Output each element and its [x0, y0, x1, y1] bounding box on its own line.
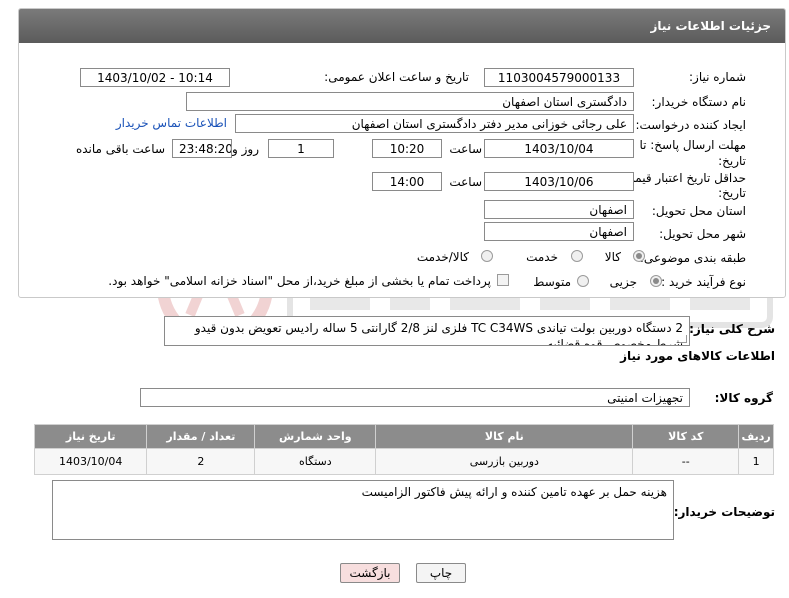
need-number-label: شماره نیاز:: [689, 70, 746, 84]
process-label: نوع فرآیند خرید :: [661, 275, 746, 289]
cell-date: 1403/10/04: [33, 448, 148, 475]
province-label: استان محل تحویل:: [651, 204, 746, 218]
process-radio-medium[interactable]: [577, 275, 589, 287]
validity-time-label: ساعت: [449, 175, 482, 189]
col-row-header: ردیف: [738, 424, 774, 449]
category-radio-both[interactable]: [481, 250, 493, 262]
validity-date-label: تاریخ:: [718, 186, 746, 200]
print-button[interactable]: چاپ: [416, 563, 466, 583]
summary-label: شرح کلی نیاز:: [689, 322, 775, 336]
buyer-org-label: نام دستگاه خریدار:: [651, 95, 747, 109]
panel-title: جزئیات اطلاعات نیاز: [19, 9, 785, 43]
treasury-payment-note: پرداخت تمام یا بخشی از مبلغ خرید،از محل …: [108, 274, 491, 288]
process-radio-minor[interactable]: [650, 275, 662, 287]
goods-group-field: تجهیزات امنیتی: [140, 388, 690, 407]
category-radio-goods[interactable]: [633, 250, 645, 262]
col-name-header: نام کالا: [375, 424, 634, 449]
summary-text: 2 دستگاه دوربین بولت تیاندی TC C34WS فلز…: [194, 321, 683, 346]
cell-unit: دستگاه: [254, 448, 377, 475]
reply-time-field: 10:20: [372, 139, 442, 158]
buyer-org-field: دادگستری استان اصفهان: [186, 92, 634, 111]
category-radio-service[interactable]: [571, 250, 583, 262]
process-option-minor: جزیی: [609, 275, 637, 289]
city-field: اصفهان: [484, 222, 634, 241]
remaining-label: ساعت باقی مانده: [75, 142, 165, 156]
table-row: 1 -- دوربین بازرسی دستگاه 2 1403/10/04: [33, 448, 774, 475]
province-field: اصفهان: [484, 200, 634, 219]
process-option-medium: متوسط: [533, 275, 571, 289]
buyer-notes-text: هزینه حمل بر عهده تامین کننده و ارائه پی…: [361, 485, 667, 499]
category-option-both: کالا/خدمت: [416, 250, 469, 264]
col-date-header: تاریخ نیاز: [33, 424, 148, 449]
days-field: 1: [268, 139, 334, 158]
back-button[interactable]: بازگشت: [340, 563, 400, 583]
goods-section-title: اطلاعات کالاهای مورد نیاز: [620, 349, 775, 363]
reply-time-label: ساعت: [449, 142, 482, 156]
goods-table: ردیف کد کالا نام کالا واحد شمارش تعداد /…: [33, 424, 774, 475]
category-option-goods: کالا: [604, 250, 621, 264]
category-option-service: خدمت: [526, 250, 558, 264]
reply-deadline-label: مهلت ارسال پاسخ: تا: [639, 138, 746, 152]
validity-date-field: 1403/10/06: [484, 172, 634, 191]
announce-label: تاریخ و ساعت اعلان عمومی:: [324, 70, 469, 84]
summary-textarea: 2 دستگاه دوربین بولت تیاندی TC C34WS فلز…: [164, 316, 690, 346]
announce-field: 1403/10/02 - 10:14: [80, 68, 230, 87]
validity-time-field: 14:00: [372, 172, 442, 191]
cell-name: دوربین بازرسی: [375, 448, 634, 475]
buyer-notes-label: توضیحات خریدار:: [673, 505, 775, 519]
reply-date-field: 1403/10/04: [484, 139, 634, 158]
buyer-notes-textarea: هزینه حمل بر عهده تامین کننده و ارائه پی…: [52, 480, 674, 540]
goods-group-label: گروه کالا:: [714, 391, 773, 405]
days-label: روز و: [232, 142, 259, 156]
cell-qty: 2: [146, 448, 256, 475]
table-header-row: ردیف کد کالا نام کالا واحد شمارش تعداد /…: [33, 424, 774, 449]
cell-code: --: [632, 448, 740, 475]
contact-info-link[interactable]: اطلاعات تماس خریدار: [116, 116, 227, 130]
resize-grip-icon[interactable]: [679, 335, 687, 343]
requester-label: ایجاد کننده درخواست:: [635, 118, 746, 132]
requester-field: علی رجائی خوزانی مدیر دفتر دادگستری استا…: [235, 114, 634, 133]
cell-row: 1: [738, 448, 774, 475]
remaining-time-field: 23:48:20: [172, 139, 232, 158]
treasury-payment-checkbox[interactable]: [497, 274, 509, 286]
category-label: طبقه بندی موضوعی:: [639, 251, 746, 265]
city-label: شهر محل تحویل:: [659, 227, 746, 241]
col-unit-header: واحد شمارش: [254, 424, 377, 449]
reply-deadline-date-label: تاریخ:: [718, 154, 746, 168]
col-qty-header: تعداد / مقدار: [146, 424, 256, 449]
need-number-field: 1103004579000133: [484, 68, 634, 87]
col-code-header: کد کالا: [632, 424, 740, 449]
